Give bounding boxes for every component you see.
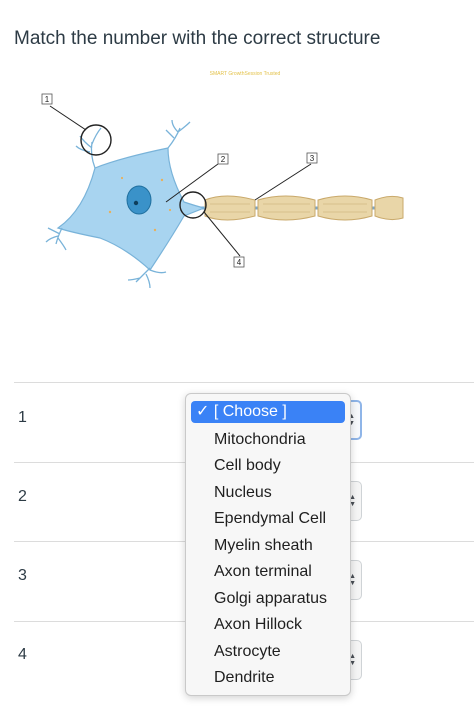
- dropdown-option-choose[interactable]: ✓ [ Choose ]: [191, 401, 345, 423]
- svg-text:2: 2: [221, 155, 226, 164]
- row-number-3: 3: [18, 567, 27, 584]
- svg-text:3: 3: [310, 154, 315, 163]
- answer-dropdown-menu[interactable]: ✓ [ Choose ] Mitochondria Cell body Nucl…: [185, 393, 351, 696]
- figure-watermark: SMART GrowthSession Trusted: [210, 71, 281, 77]
- axon: [190, 195, 404, 221]
- dropdown-option-astrocyte[interactable]: Astrocyte: [214, 641, 281, 663]
- nucleus: [126, 185, 152, 215]
- dropdown-option-axon-hillock[interactable]: Axon Hillock: [214, 614, 302, 636]
- svg-text:1: 1: [45, 95, 50, 104]
- row-number-2: 2: [18, 488, 27, 505]
- row-number-1: 1: [18, 409, 27, 426]
- dropdown-option-label: [ Choose ]: [213, 403, 287, 420]
- row-divider: [14, 382, 474, 383]
- figure-label-4: 4: [233, 256, 245, 268]
- figure-label-3: 3: [306, 152, 318, 164]
- dropdown-option-axon-terminal[interactable]: Axon terminal: [214, 561, 312, 583]
- figure-label-1: 1: [41, 93, 53, 105]
- dropdown-option-dendrite[interactable]: Dendrite: [214, 667, 274, 689]
- dropdown-option-cell-body[interactable]: Cell body: [214, 455, 281, 477]
- dropdown-option-myelin-sheath[interactable]: Myelin sheath: [214, 535, 313, 557]
- checkmark-icon: ✓: [196, 403, 210, 420]
- dropdown-option-ependymal-cell[interactable]: Ependymal Cell: [214, 508, 326, 530]
- dropdown-option-mitochondria[interactable]: Mitochondria: [214, 429, 306, 451]
- figure-label-2: 2: [217, 153, 229, 165]
- dropdown-option-nucleus[interactable]: Nucleus: [214, 482, 272, 504]
- dropdown-option-golgi-apparatus[interactable]: Golgi apparatus: [214, 588, 327, 610]
- row-number-4: 4: [18, 646, 27, 663]
- question-title: Match the number with the correct struct…: [14, 28, 381, 49]
- neuron-diagram: SMART GrowthSession Trusted 1 2 3 4: [41, 71, 404, 289]
- svg-text:4: 4: [237, 258, 242, 267]
